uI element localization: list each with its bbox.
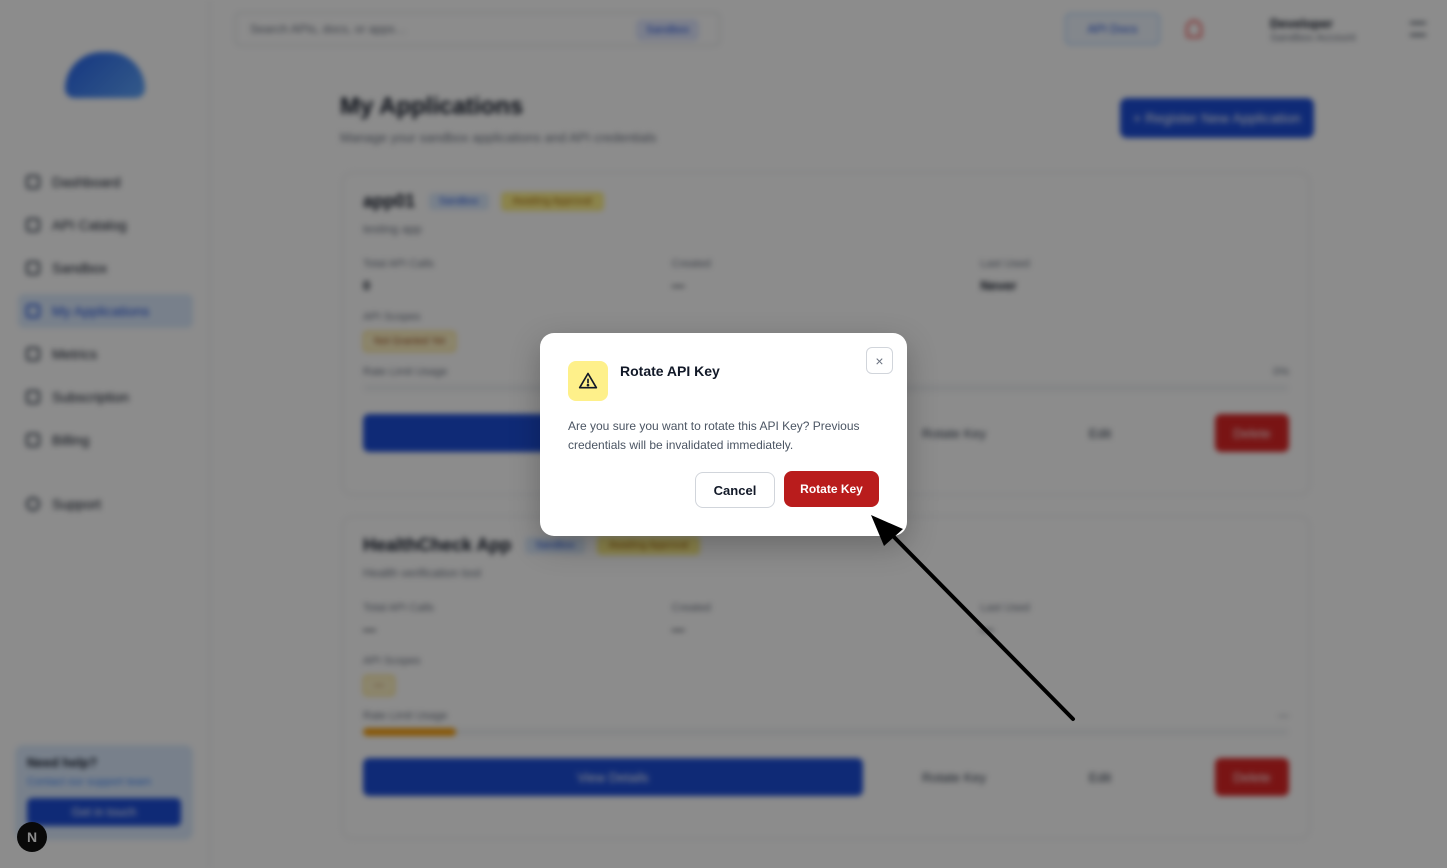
rotate-key-confirm-button[interactable]: Rotate Key	[784, 471, 879, 507]
close-icon[interactable]: ×	[866, 347, 893, 374]
dialog-title: Rotate API Key	[620, 363, 720, 379]
cancel-button[interactable]: Cancel	[695, 472, 775, 508]
rotate-key-dialog: Rotate API Key × Are you sure you want t…	[540, 333, 907, 536]
dialog-message: Are you sure you want to rotate this API…	[568, 419, 860, 452]
warning-triangle-icon	[568, 361, 608, 401]
